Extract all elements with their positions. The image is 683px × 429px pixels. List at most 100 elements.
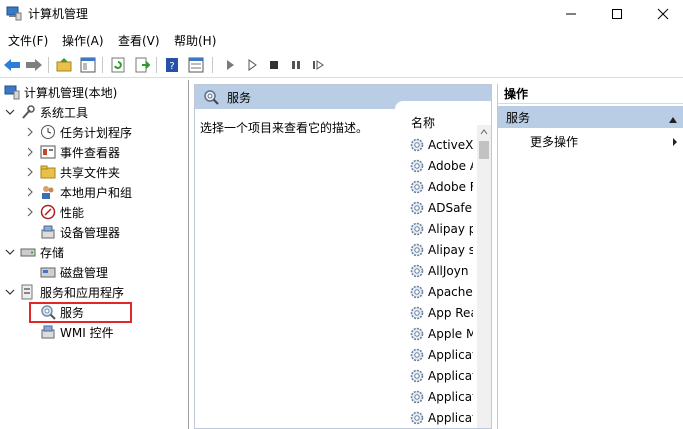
chevron-right-icon[interactable] bbox=[24, 206, 36, 218]
gear-icon bbox=[410, 327, 424, 340]
forward-button[interactable] bbox=[24, 55, 44, 75]
refresh-icon[interactable] bbox=[108, 55, 128, 75]
gear-icon bbox=[410, 285, 424, 298]
tree-item-root[interactable]: 计算机管理(本地) bbox=[4, 82, 117, 102]
tree-item-shared-folders[interactable]: 共享文件夹 bbox=[24, 162, 120, 182]
tree-item-event-viewer[interactable]: 事件查看器 bbox=[24, 142, 120, 162]
tree-item-performance[interactable]: 性能 bbox=[24, 202, 84, 222]
maximize-button[interactable] bbox=[594, 0, 640, 28]
service-name: Alipay p bbox=[428, 221, 473, 236]
gear-icon bbox=[410, 222, 424, 235]
submenu-arrow-icon bbox=[672, 136, 678, 150]
export-list-icon[interactable] bbox=[132, 55, 152, 75]
service-name: ADSafe bbox=[428, 200, 473, 215]
tree-item-system-tools[interactable]: 系统工具 bbox=[4, 102, 88, 122]
computer-management-icon bbox=[4, 84, 20, 100]
service-name: Applicat bbox=[428, 347, 473, 362]
menu-bar: 文件(F) 操作(A) 查看(V) 帮助(H) bbox=[0, 30, 683, 50]
service-row[interactable]: Adobe A bbox=[409, 155, 473, 176]
device-manager-icon bbox=[40, 224, 56, 240]
service-name: AllJoyn I bbox=[428, 263, 473, 278]
start-service-alt-icon[interactable] bbox=[242, 55, 262, 75]
service-row[interactable]: Adobe F bbox=[409, 176, 473, 197]
gear-icon bbox=[410, 348, 424, 361]
menu-view[interactable]: 查看(V) bbox=[118, 32, 160, 49]
menu-action[interactable]: 操作(A) bbox=[62, 32, 104, 49]
column-header-name[interactable]: 名称 bbox=[411, 114, 435, 131]
performance-icon bbox=[40, 204, 56, 220]
menu-help[interactable]: 帮助(H) bbox=[174, 32, 216, 49]
service-row[interactable]: Apache2 bbox=[409, 281, 473, 302]
tree-item-wmi[interactable]: WMI 控件 bbox=[40, 322, 114, 342]
service-row[interactable]: App Rea bbox=[409, 302, 473, 323]
disk-icon bbox=[40, 264, 56, 280]
service-name: Apple M bbox=[428, 326, 473, 341]
service-name: ActiveX bbox=[428, 137, 473, 152]
scroll-up-icon[interactable] bbox=[477, 125, 491, 139]
chevron-down-icon[interactable] bbox=[4, 286, 16, 298]
service-name: App Rea bbox=[428, 305, 473, 320]
gear-icon bbox=[410, 369, 424, 382]
service-row[interactable]: Alipay p bbox=[409, 218, 473, 239]
gear-icon bbox=[410, 201, 424, 214]
services-apps-icon bbox=[20, 284, 36, 300]
help-icon[interactable]: ? bbox=[162, 55, 182, 75]
service-row[interactable]: AllJoyn I bbox=[409, 260, 473, 281]
service-name: Applicat bbox=[428, 389, 473, 404]
chevron-right-icon[interactable] bbox=[24, 186, 36, 198]
start-service-icon[interactable] bbox=[220, 55, 240, 75]
svg-text:?: ? bbox=[169, 61, 174, 72]
service-name: Adobe F bbox=[428, 179, 473, 194]
chevron-down-icon[interactable] bbox=[4, 246, 16, 258]
chevron-right-icon[interactable] bbox=[24, 146, 36, 158]
service-row[interactable]: ActiveX bbox=[409, 134, 473, 155]
service-row[interactable]: Alipay s bbox=[409, 239, 473, 260]
show-hide-tree-icon[interactable] bbox=[78, 55, 98, 75]
toolbar: ? bbox=[0, 52, 683, 78]
event-viewer-icon bbox=[40, 144, 56, 160]
console-tree: 计算机管理(本地) 系统工具 任务计划程序 事件查看器 共享文件夹 本地用户和组… bbox=[0, 80, 189, 429]
service-row[interactable]: Applicat bbox=[409, 407, 473, 428]
service-row[interactable]: ADSafe bbox=[409, 197, 473, 218]
tree-item-local-users[interactable]: 本地用户和组 bbox=[24, 182, 132, 202]
tree-item-disk-management[interactable]: 磁盘管理 bbox=[40, 262, 108, 282]
vertical-scrollbar[interactable] bbox=[477, 125, 491, 428]
chevron-down-icon[interactable] bbox=[4, 106, 16, 118]
actions-section-services[interactable]: 服务 bbox=[498, 106, 683, 128]
gear-icon bbox=[410, 264, 424, 277]
pause-service-icon[interactable] bbox=[286, 55, 306, 75]
gear-icon bbox=[410, 159, 424, 172]
scroll-thumb[interactable] bbox=[479, 141, 489, 159]
service-row[interactable]: Applicat bbox=[409, 386, 473, 407]
tree-item-task-scheduler[interactable]: 任务计划程序 bbox=[24, 122, 132, 142]
more-actions-item[interactable]: 更多操作 bbox=[530, 133, 578, 150]
restart-service-icon[interactable] bbox=[308, 55, 328, 75]
users-icon bbox=[40, 184, 56, 200]
tree-item-device-manager[interactable]: 设备管理器 bbox=[40, 222, 120, 242]
collapse-up-icon[interactable] bbox=[668, 113, 678, 127]
close-button[interactable] bbox=[640, 0, 683, 28]
service-row[interactable]: Apple M bbox=[409, 323, 473, 344]
services-pane: 服务 选择一个项目来查看它的描述。 名称 ActiveX Adobe A Adobe… bbox=[194, 84, 492, 429]
service-name: Applicat bbox=[428, 368, 473, 383]
gear-icon bbox=[410, 390, 424, 403]
minimize-button[interactable] bbox=[548, 0, 594, 28]
service-row[interactable]: Applicat bbox=[409, 344, 473, 365]
computer-management-icon bbox=[6, 5, 22, 21]
stop-service-icon[interactable] bbox=[264, 55, 284, 75]
gear-icon bbox=[410, 243, 424, 256]
chevron-right-icon[interactable] bbox=[24, 166, 36, 178]
chevron-right-icon[interactable] bbox=[24, 126, 36, 138]
back-button[interactable] bbox=[2, 55, 22, 75]
service-name: Alipay s bbox=[428, 242, 473, 257]
tree-item-services-apps[interactable]: 服务和应用程序 bbox=[4, 282, 124, 302]
menu-file[interactable]: 文件(F) bbox=[8, 32, 48, 49]
actions-pane: 操作 服务 更多操作 bbox=[497, 84, 683, 429]
selection-highlight bbox=[29, 302, 132, 323]
list-tab bbox=[395, 101, 491, 121]
storage-icon bbox=[20, 244, 36, 260]
service-row[interactable]: Applicat bbox=[409, 365, 473, 386]
up-folder-icon[interactable] bbox=[54, 55, 74, 75]
tree-item-storage[interactable]: 存储 bbox=[4, 242, 64, 262]
properties-icon[interactable] bbox=[186, 55, 206, 75]
